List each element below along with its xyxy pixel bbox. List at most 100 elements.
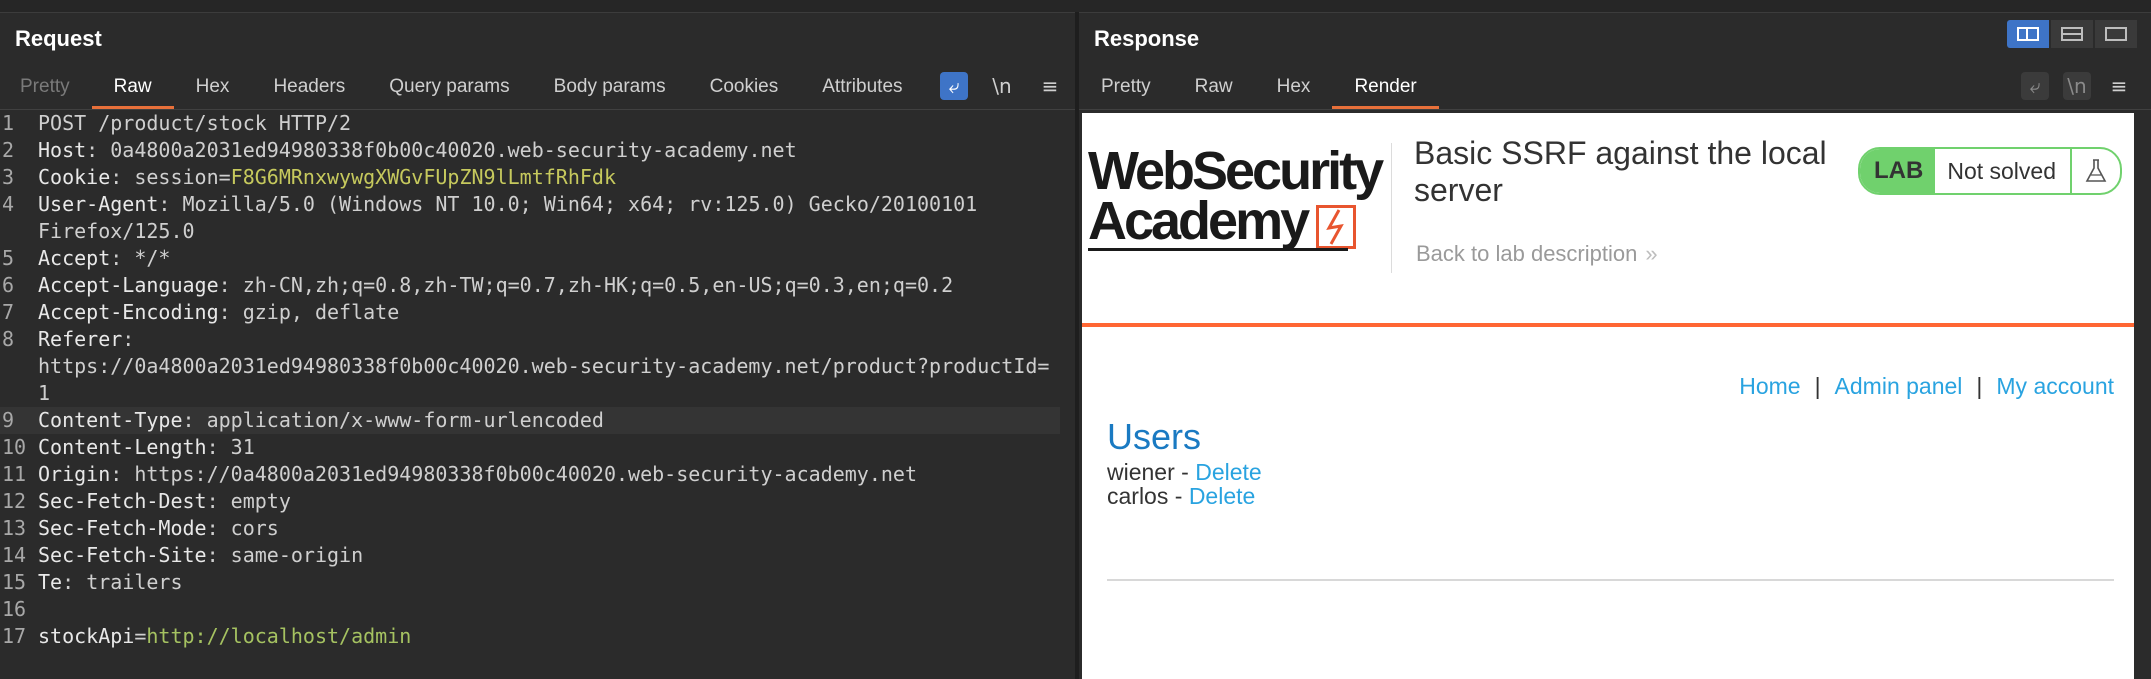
lab-badge: LAB — [1860, 149, 1936, 193]
delete-user-link[interactable]: Delete — [1195, 459, 1261, 485]
header-separator: : — [122, 327, 135, 351]
request-tab-body-params[interactable]: Body params — [532, 65, 688, 109]
web-security-academy-logo[interactable]: WebSecurity Academy — [1088, 143, 1388, 253]
layout-single-icon[interactable] — [2095, 20, 2137, 48]
layout-side-by-side-icon[interactable] — [2007, 20, 2049, 48]
line-number: 12 — [2, 489, 27, 513]
header-separator: : — [218, 300, 243, 324]
header-value: */* — [134, 246, 171, 270]
request-tab-hex[interactable]: Hex — [174, 65, 252, 109]
header-name: Content-Type — [38, 408, 183, 432]
menu-icon[interactable]: ≡ — [2105, 72, 2133, 100]
delete-user-link[interactable]: Delete — [1189, 483, 1255, 509]
header-name: Host — [38, 138, 87, 162]
back-to-lab-link[interactable]: Back to lab description » — [1416, 241, 1658, 267]
line-number: 7 — [2, 300, 15, 324]
response-tabs-divider — [1079, 109, 2151, 110]
response-title: Response — [1094, 26, 1200, 51]
code-line: https://0a4800a2031ed94980338f0b00c40020… — [0, 353, 1060, 380]
logo-underline — [1088, 248, 1348, 251]
body-param-equals: = — [134, 624, 147, 648]
layout-stacked-icon[interactable] — [2051, 20, 2093, 48]
header-value: application/x-www-form-urlencoded — [206, 408, 604, 432]
header-value: zh-CN,zh;q=0.8,zh-TW;q=0.7,zh-HK;q=0.5,e… — [242, 273, 954, 297]
menu-icon[interactable]: ≡ — [1036, 72, 1064, 100]
header-name: Origin — [38, 462, 111, 486]
line-text: Content-Length: 31 — [38, 434, 255, 461]
header-name: Accept-Language — [38, 273, 219, 297]
line-text: Te: trailers — [38, 569, 183, 596]
request-tab-headers[interactable]: Headers — [251, 65, 367, 109]
newline-icon[interactable]: \n — [2063, 72, 2091, 100]
line-number: 5 — [2, 246, 15, 270]
response-tab-pretty[interactable]: Pretty — [1079, 65, 1173, 109]
header-name: Accept — [38, 246, 111, 270]
code-line: 5 Accept: */* — [0, 245, 1060, 272]
line-content: POST /product/stock HTTP/2 — [38, 111, 352, 135]
response-editor-icons: ⤶ \n ≡ — [2001, 72, 2133, 100]
code-line: 6 Accept-Language: zh-CN,zh;q=0.8,zh-TW;q… — [0, 272, 1060, 299]
header-name: Cookie — [38, 165, 111, 189]
wrap-icon[interactable]: ⤶ — [940, 72, 968, 100]
header-separator: : — [182, 408, 207, 432]
user-dash: - — [1174, 459, 1196, 485]
line-number: 4 — [2, 192, 15, 216]
lab-status-text: Not solved — [1935, 149, 2072, 193]
flask-icon — [2072, 149, 2120, 193]
newline-icon[interactable]: \n — [988, 72, 1016, 100]
request-tab-query-params[interactable]: Query params — [367, 65, 531, 109]
request-tab-cookies[interactable]: Cookies — [688, 65, 801, 109]
code-line: 4 User-Agent: Mozilla/5.0 (Windows NT 10.… — [0, 191, 1060, 218]
users-heading: Users — [1107, 416, 1202, 457]
header-name: Sec-Fetch-Mode — [38, 516, 207, 540]
line-content: 1 — [38, 381, 51, 405]
code-line: 7 Accept-Encoding: gzip, deflate — [0, 299, 1060, 326]
nav-home-link[interactable]: Home — [1739, 373, 1800, 399]
line-text: Firefox/125.0 — [38, 218, 195, 245]
line-number: 8 — [2, 327, 15, 351]
line-text: Sec-Fetch-Mode: cors — [38, 515, 279, 542]
code-line: 16 — [0, 596, 1060, 623]
nav-my-account-link[interactable]: My account — [1996, 373, 2114, 399]
code-line: 13 Sec-Fetch-Mode: cors — [0, 515, 1060, 542]
nav-separator: | — [1976, 373, 1983, 399]
header-separator: : — [206, 435, 231, 459]
nav-admin-panel-link[interactable]: Admin panel — [1835, 373, 1963, 399]
request-editor[interactable]: 1 POST /product/stock HTTP/2 2 Host: 0a4800… — [0, 110, 1060, 650]
response-tab-raw[interactable]: Raw — [1173, 65, 1255, 109]
line-number: 3 — [2, 165, 15, 189]
header-value: 0a4800a2031ed94980338f0b00c40020.web-sec… — [110, 138, 797, 162]
content-rule — [1107, 579, 2114, 581]
response-tab-render[interactable]: Render — [1332, 65, 1440, 109]
line-number: 10 — [2, 435, 27, 459]
code-line: 14 Sec-Fetch-Site: same-origin — [0, 542, 1060, 569]
header-value: same-origin — [230, 543, 364, 567]
user-dash: - — [1168, 483, 1189, 509]
header-value: gzip, deflate — [242, 300, 400, 324]
line-text: POST /product/stock HTTP/2 — [38, 110, 351, 137]
request-tab-attributes[interactable]: Attributes — [800, 65, 924, 109]
top-nav: Home | Admin panel | My account — [1739, 373, 2114, 400]
line-text: stockApi=http://localhost/admin — [38, 623, 411, 650]
header-value: 31 — [230, 435, 255, 459]
header-name: Content-Length — [38, 435, 207, 459]
user-name: wiener — [1107, 459, 1175, 485]
code-line: 1 — [0, 380, 1060, 407]
code-line: 15 Te: trailers — [0, 569, 1060, 596]
line-number: 16 — [2, 597, 27, 621]
line-number — [0, 218, 38, 245]
wrap-icon[interactable]: ⤶ — [2021, 72, 2049, 100]
header-rule — [1082, 323, 2134, 327]
back-link-label: Back to lab description — [1416, 241, 1638, 266]
line-number: 9 — [2, 408, 15, 432]
request-tab-pretty[interactable]: Pretty — [0, 65, 92, 109]
header-separator: : — [218, 273, 243, 297]
line-content: https://0a4800a2031ed94980338f0b00c40020… — [38, 354, 1050, 378]
code-line: 17 stockApi=http://localhost/admin — [0, 623, 1060, 650]
header-separator: : — [158, 192, 183, 216]
response-tab-hex[interactable]: Hex — [1255, 65, 1333, 109]
lightning-icon — [1316, 205, 1356, 249]
line-number: 13 — [2, 516, 27, 540]
request-tab-raw[interactable]: Raw — [91, 65, 174, 109]
header-name: Referer — [38, 327, 123, 351]
